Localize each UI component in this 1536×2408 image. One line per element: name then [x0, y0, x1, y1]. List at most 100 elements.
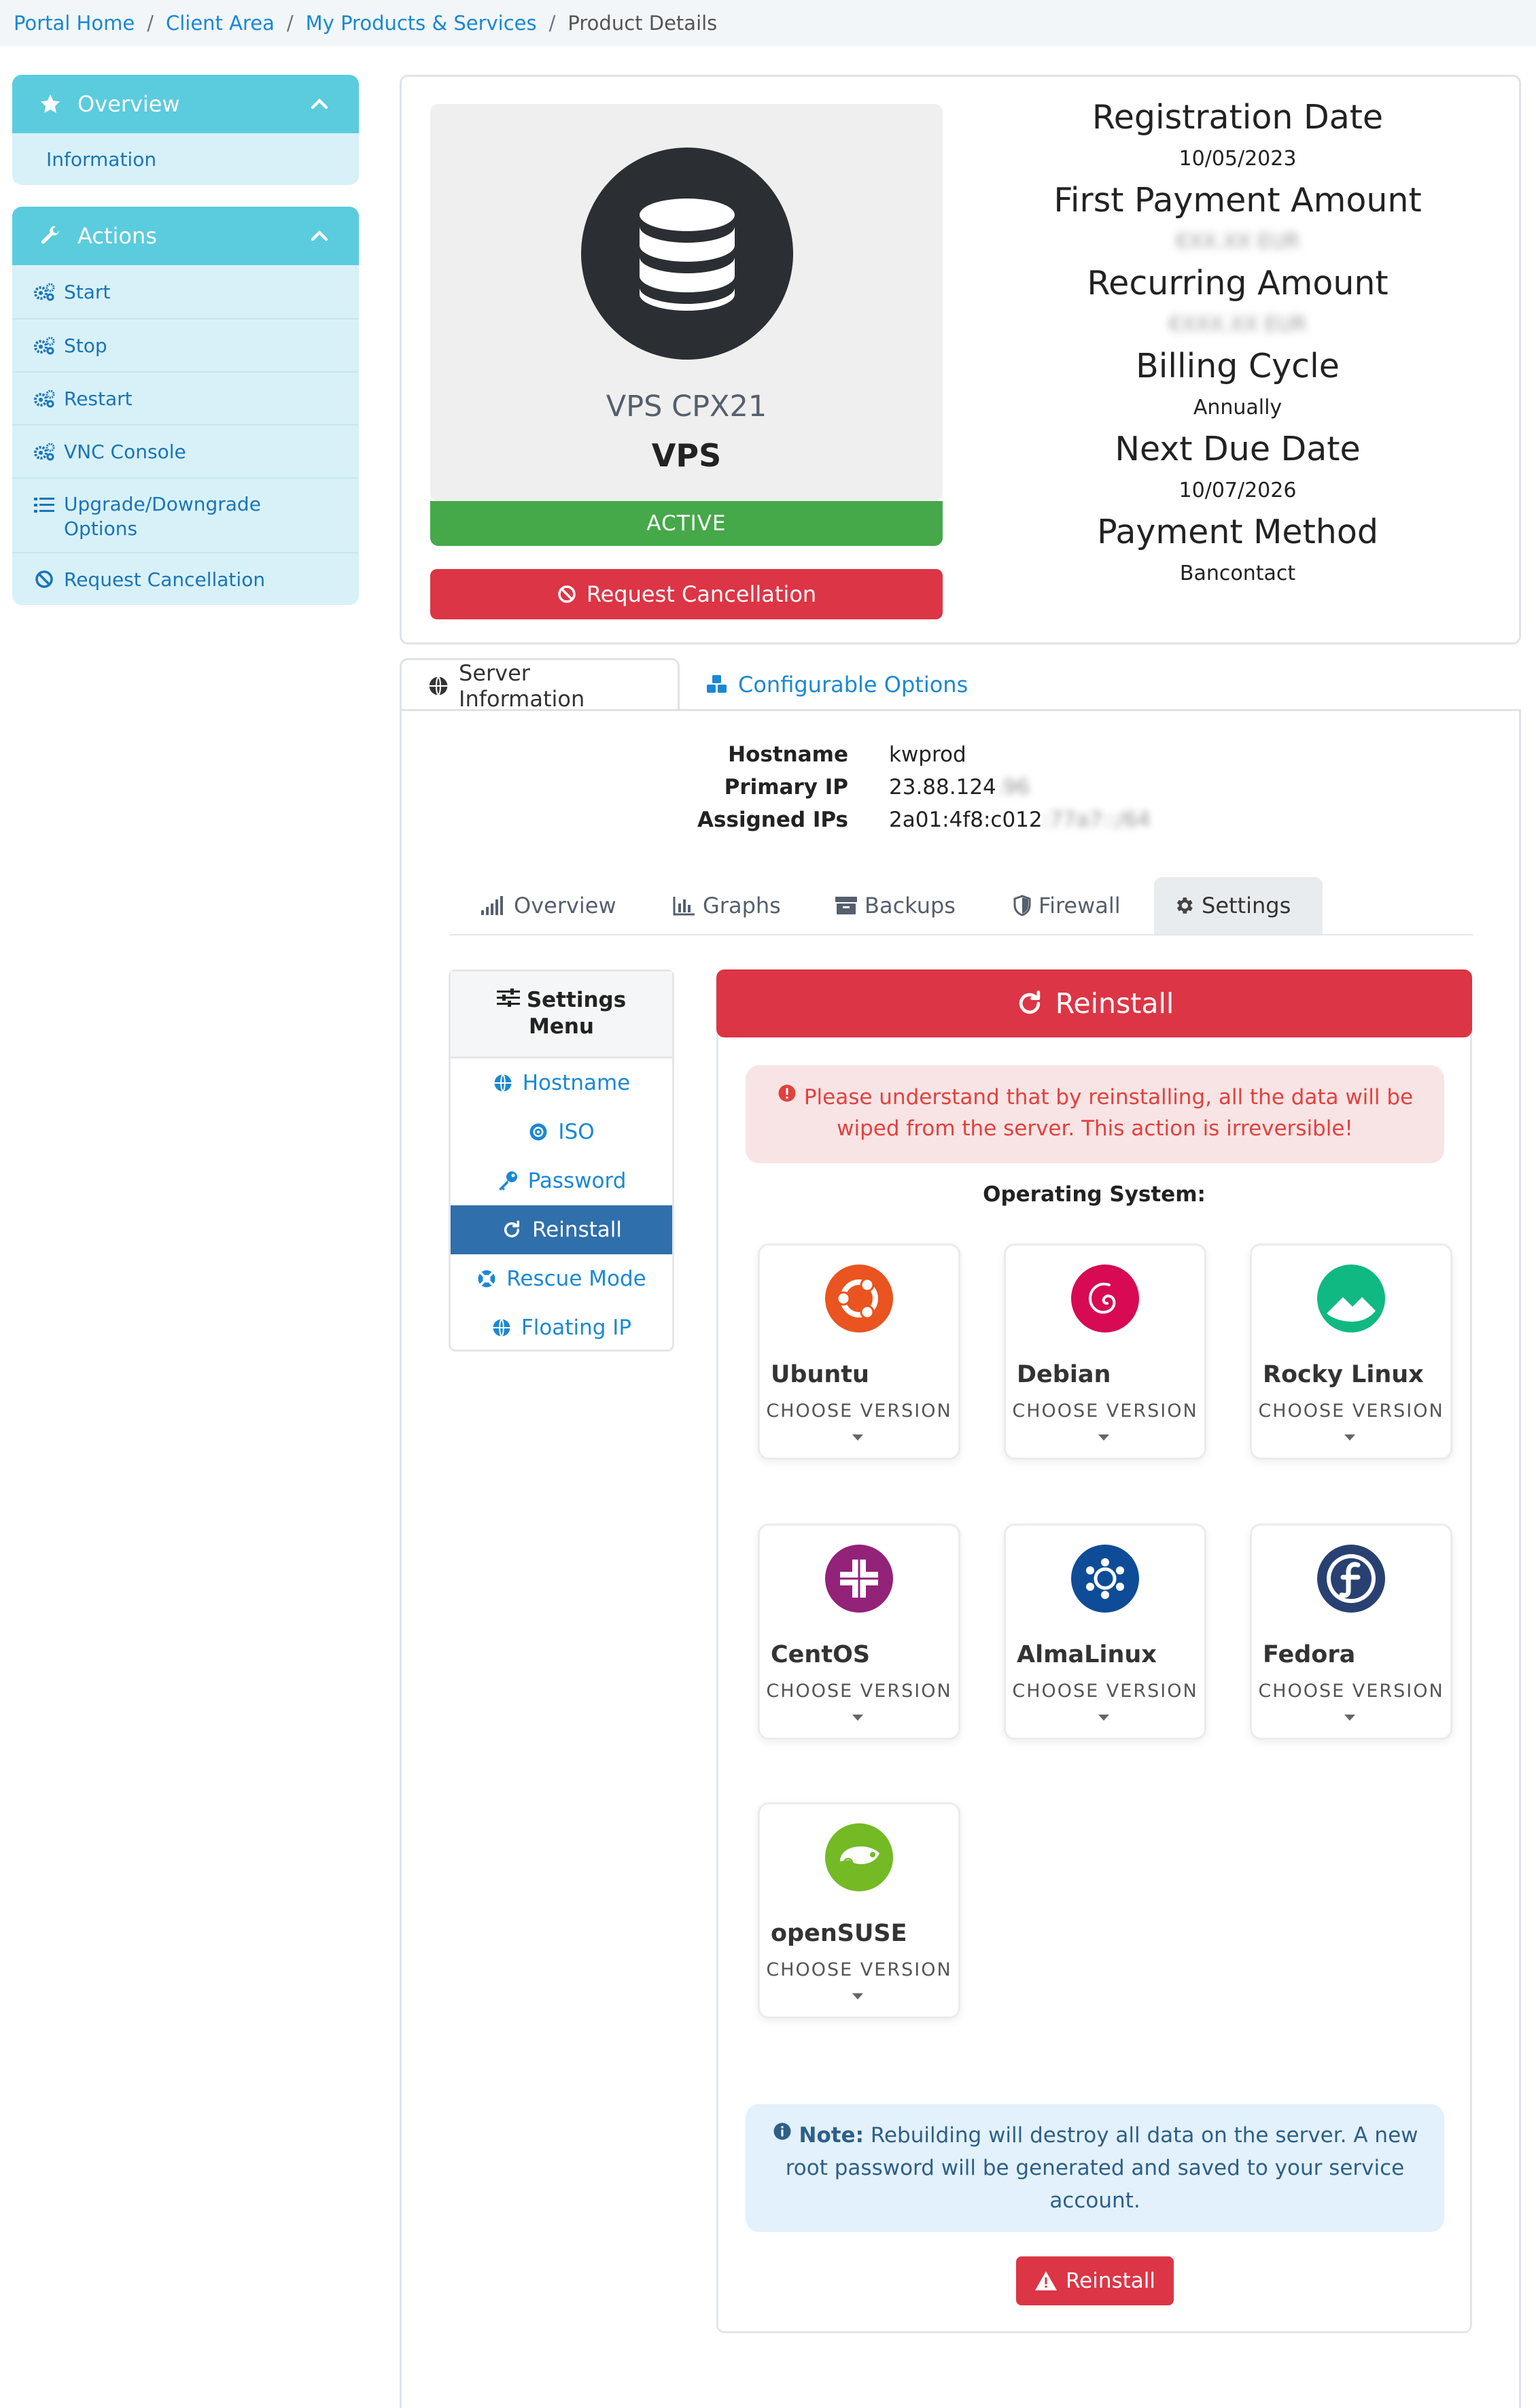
os-card-rocky-linux[interactable]: Rocky Linux CHOOSE VERSION — [1250, 1243, 1452, 1460]
cogs-icon — [33, 387, 56, 410]
cubes-icon — [705, 674, 729, 695]
chevron-up-icon[interactable] — [306, 90, 333, 118]
tab-server-information[interactable]: Server Information — [400, 658, 680, 712]
sidebar-item-label: Request Cancellation — [64, 568, 266, 591]
globe-icon — [427, 675, 449, 697]
first-payment-value: €XX.XX EUR — [1175, 230, 1300, 254]
os-card-ubuntu[interactable]: Ubuntu CHOOSE VERSION — [758, 1243, 960, 1460]
hostname-value: kwprod — [889, 742, 966, 767]
breadcrumb-portal-home[interactable]: Portal Home — [14, 12, 135, 35]
payment-method-label: Payment Method — [1097, 513, 1378, 551]
settings-menu-item-reinstall[interactable]: Reinstall — [451, 1205, 672, 1254]
assigned-ips-visible: 2a01:4f8:c012 — [889, 808, 1043, 832]
breadcrumb-separator: / — [286, 12, 294, 35]
subtab-overview[interactable]: Overview — [462, 877, 635, 934]
billing-info: Registration Date 10/05/2023 First Payme… — [1027, 97, 1448, 595]
product-name: VPS CPX21 — [606, 390, 767, 424]
cogs-icon — [33, 280, 56, 303]
billing-cycle-value: Annually — [1193, 396, 1282, 419]
sidebar-item-upgrade-downgrade[interactable]: Upgrade/Downgrade Options — [12, 477, 359, 552]
shield-icon — [1013, 895, 1032, 916]
reinstall-header: Reinstall — [716, 969, 1472, 1037]
choose-version-dropdown[interactable]: CHOOSE VERSION — [760, 1400, 958, 1422]
redo-icon — [501, 1219, 523, 1241]
os-card-opensuse[interactable]: openSUSE CHOOSE VERSION — [758, 1802, 960, 2018]
os-card-centos[interactable]: CentOS CHOOSE VERSION — [758, 1524, 960, 1740]
choose-version-dropdown[interactable]: CHOOSE VERSION — [1006, 1681, 1204, 1702]
breadcrumb-client-area[interactable]: Client Area — [166, 12, 275, 35]
product-summary-box: VPS CPX21 VPS — [430, 104, 943, 501]
choose-version-dropdown[interactable]: CHOOSE VERSION — [760, 1681, 958, 1702]
opensuse-icon — [825, 1823, 893, 1891]
subtab-graphs[interactable]: Graphs — [654, 877, 800, 934]
sidebar-item-label: Restart — [64, 387, 133, 410]
subtab-firewall[interactable]: Firewall — [994, 877, 1140, 934]
sidebar-actions-title: Actions — [77, 223, 157, 249]
subtab-backups[interactable]: Backups — [816, 877, 975, 934]
assigned-ips-value: 2a01:4f8:c012:77a7::/64 — [889, 808, 1151, 832]
database-icon — [581, 148, 793, 360]
gear-icon — [1173, 895, 1195, 916]
primary-ip-hidden: .96 — [996, 775, 1030, 799]
tab-server-information-label: Server Information — [459, 659, 585, 712]
sidebar-item-information[interactable]: Information — [12, 133, 359, 185]
settings-menu-item-label: ISO — [558, 1120, 595, 1144]
star-icon — [38, 92, 63, 116]
cogs-icon — [33, 440, 56, 463]
request-cancellation-button[interactable]: Request Cancellation — [430, 569, 943, 619]
choose-version-dropdown[interactable]: CHOOSE VERSION — [1252, 1400, 1450, 1422]
settings-menu-item-label: Hostname — [522, 1071, 631, 1095]
settings-menu-item-rescue-mode[interactable]: Rescue Mode — [451, 1254, 672, 1303]
first-payment-label: First Payment Amount — [1053, 181, 1422, 220]
reinstall-button[interactable]: Reinstall — [1016, 2256, 1174, 2305]
primary-ip-label: Primary IP — [724, 775, 848, 799]
caret-down-icon — [1098, 1715, 1109, 1721]
choose-version-dropdown[interactable]: CHOOSE VERSION — [1006, 1400, 1204, 1422]
settings-menu-item-password[interactable]: Password — [451, 1156, 672, 1205]
tab-configurable-options[interactable]: Configurable Options — [680, 658, 994, 711]
breadcrumb-separator: / — [548, 12, 556, 35]
settings-menu-title-line1: Settings — [526, 988, 627, 1012]
sidebar-actions-header[interactable]: Actions — [12, 207, 359, 265]
subtab-firewall-label: Firewall — [1038, 893, 1121, 918]
reinstall-panel: Reinstall Please understand that by rein… — [716, 969, 1472, 2333]
cogs-icon — [33, 334, 56, 357]
settings-menu-item-iso[interactable]: ISO — [451, 1107, 672, 1156]
subtab-settings[interactable]: Settings — [1154, 877, 1323, 934]
billing-cycle-label: Billing Cycle — [1136, 347, 1340, 385]
sidebar-overview-header[interactable]: Overview — [12, 75, 359, 133]
settings-menu-item-hostname[interactable]: Hostname — [451, 1059, 672, 1107]
archive-icon — [835, 895, 858, 916]
chart-icon — [673, 895, 696, 916]
warning-triangle-icon — [1034, 2271, 1057, 2290]
sliders-icon — [496, 988, 520, 1014]
sidebar-item-label: Stop — [64, 334, 107, 357]
caret-down-icon — [852, 1715, 863, 1721]
sidebar-item-stop[interactable]: Stop — [12, 318, 359, 371]
os-card-debian[interactable]: Debian CHOOSE VERSION — [1004, 1243, 1206, 1460]
settings-menu-item-floating-ip[interactable]: Floating IP — [451, 1303, 672, 1352]
os-card-fedora[interactable]: Fedora CHOOSE VERSION — [1250, 1524, 1452, 1740]
sidebar-item-vnc-console[interactable]: VNC Console — [12, 424, 359, 477]
note-line1: Rebuilding will destroy all data on the … — [863, 2123, 1418, 2148]
sidebar-overview-body: Information — [12, 133, 359, 185]
sidebar-item-restart[interactable]: Restart — [12, 371, 359, 424]
breadcrumb-my-products[interactable]: My Products & Services — [306, 12, 537, 35]
choose-version-dropdown[interactable]: CHOOSE VERSION — [1252, 1681, 1450, 1702]
chevron-up-icon[interactable] — [306, 222, 333, 250]
reinstall-warning-line1: Please understand that by reinstalling, … — [803, 1085, 1414, 1110]
sidebar-item-request-cancellation[interactable]: Request Cancellation — [12, 552, 359, 605]
assigned-ips-label: Assigned IPs — [697, 808, 848, 832]
product-card: VPS CPX21 VPS ACTIVE Request Cancellatio… — [400, 75, 1521, 644]
life-ring-icon — [476, 1269, 497, 1289]
tab-configurable-options-label: Configurable Options — [738, 672, 968, 698]
reinstall-title: Reinstall — [1055, 987, 1174, 1020]
subtab-backups-label: Backups — [865, 893, 956, 918]
choose-version-dropdown[interactable]: CHOOSE VERSION — [760, 1959, 958, 1980]
os-name: Debian — [1017, 1361, 1111, 1388]
sidebar-item-start[interactable]: Start — [12, 265, 359, 318]
next-due-date-value: 10/07/2026 — [1179, 479, 1297, 502]
os-card-almalinux[interactable]: AlmaLinux CHOOSE VERSION — [1004, 1524, 1206, 1740]
ban-icon — [33, 568, 56, 591]
note-line3: account. — [1049, 2188, 1140, 2213]
